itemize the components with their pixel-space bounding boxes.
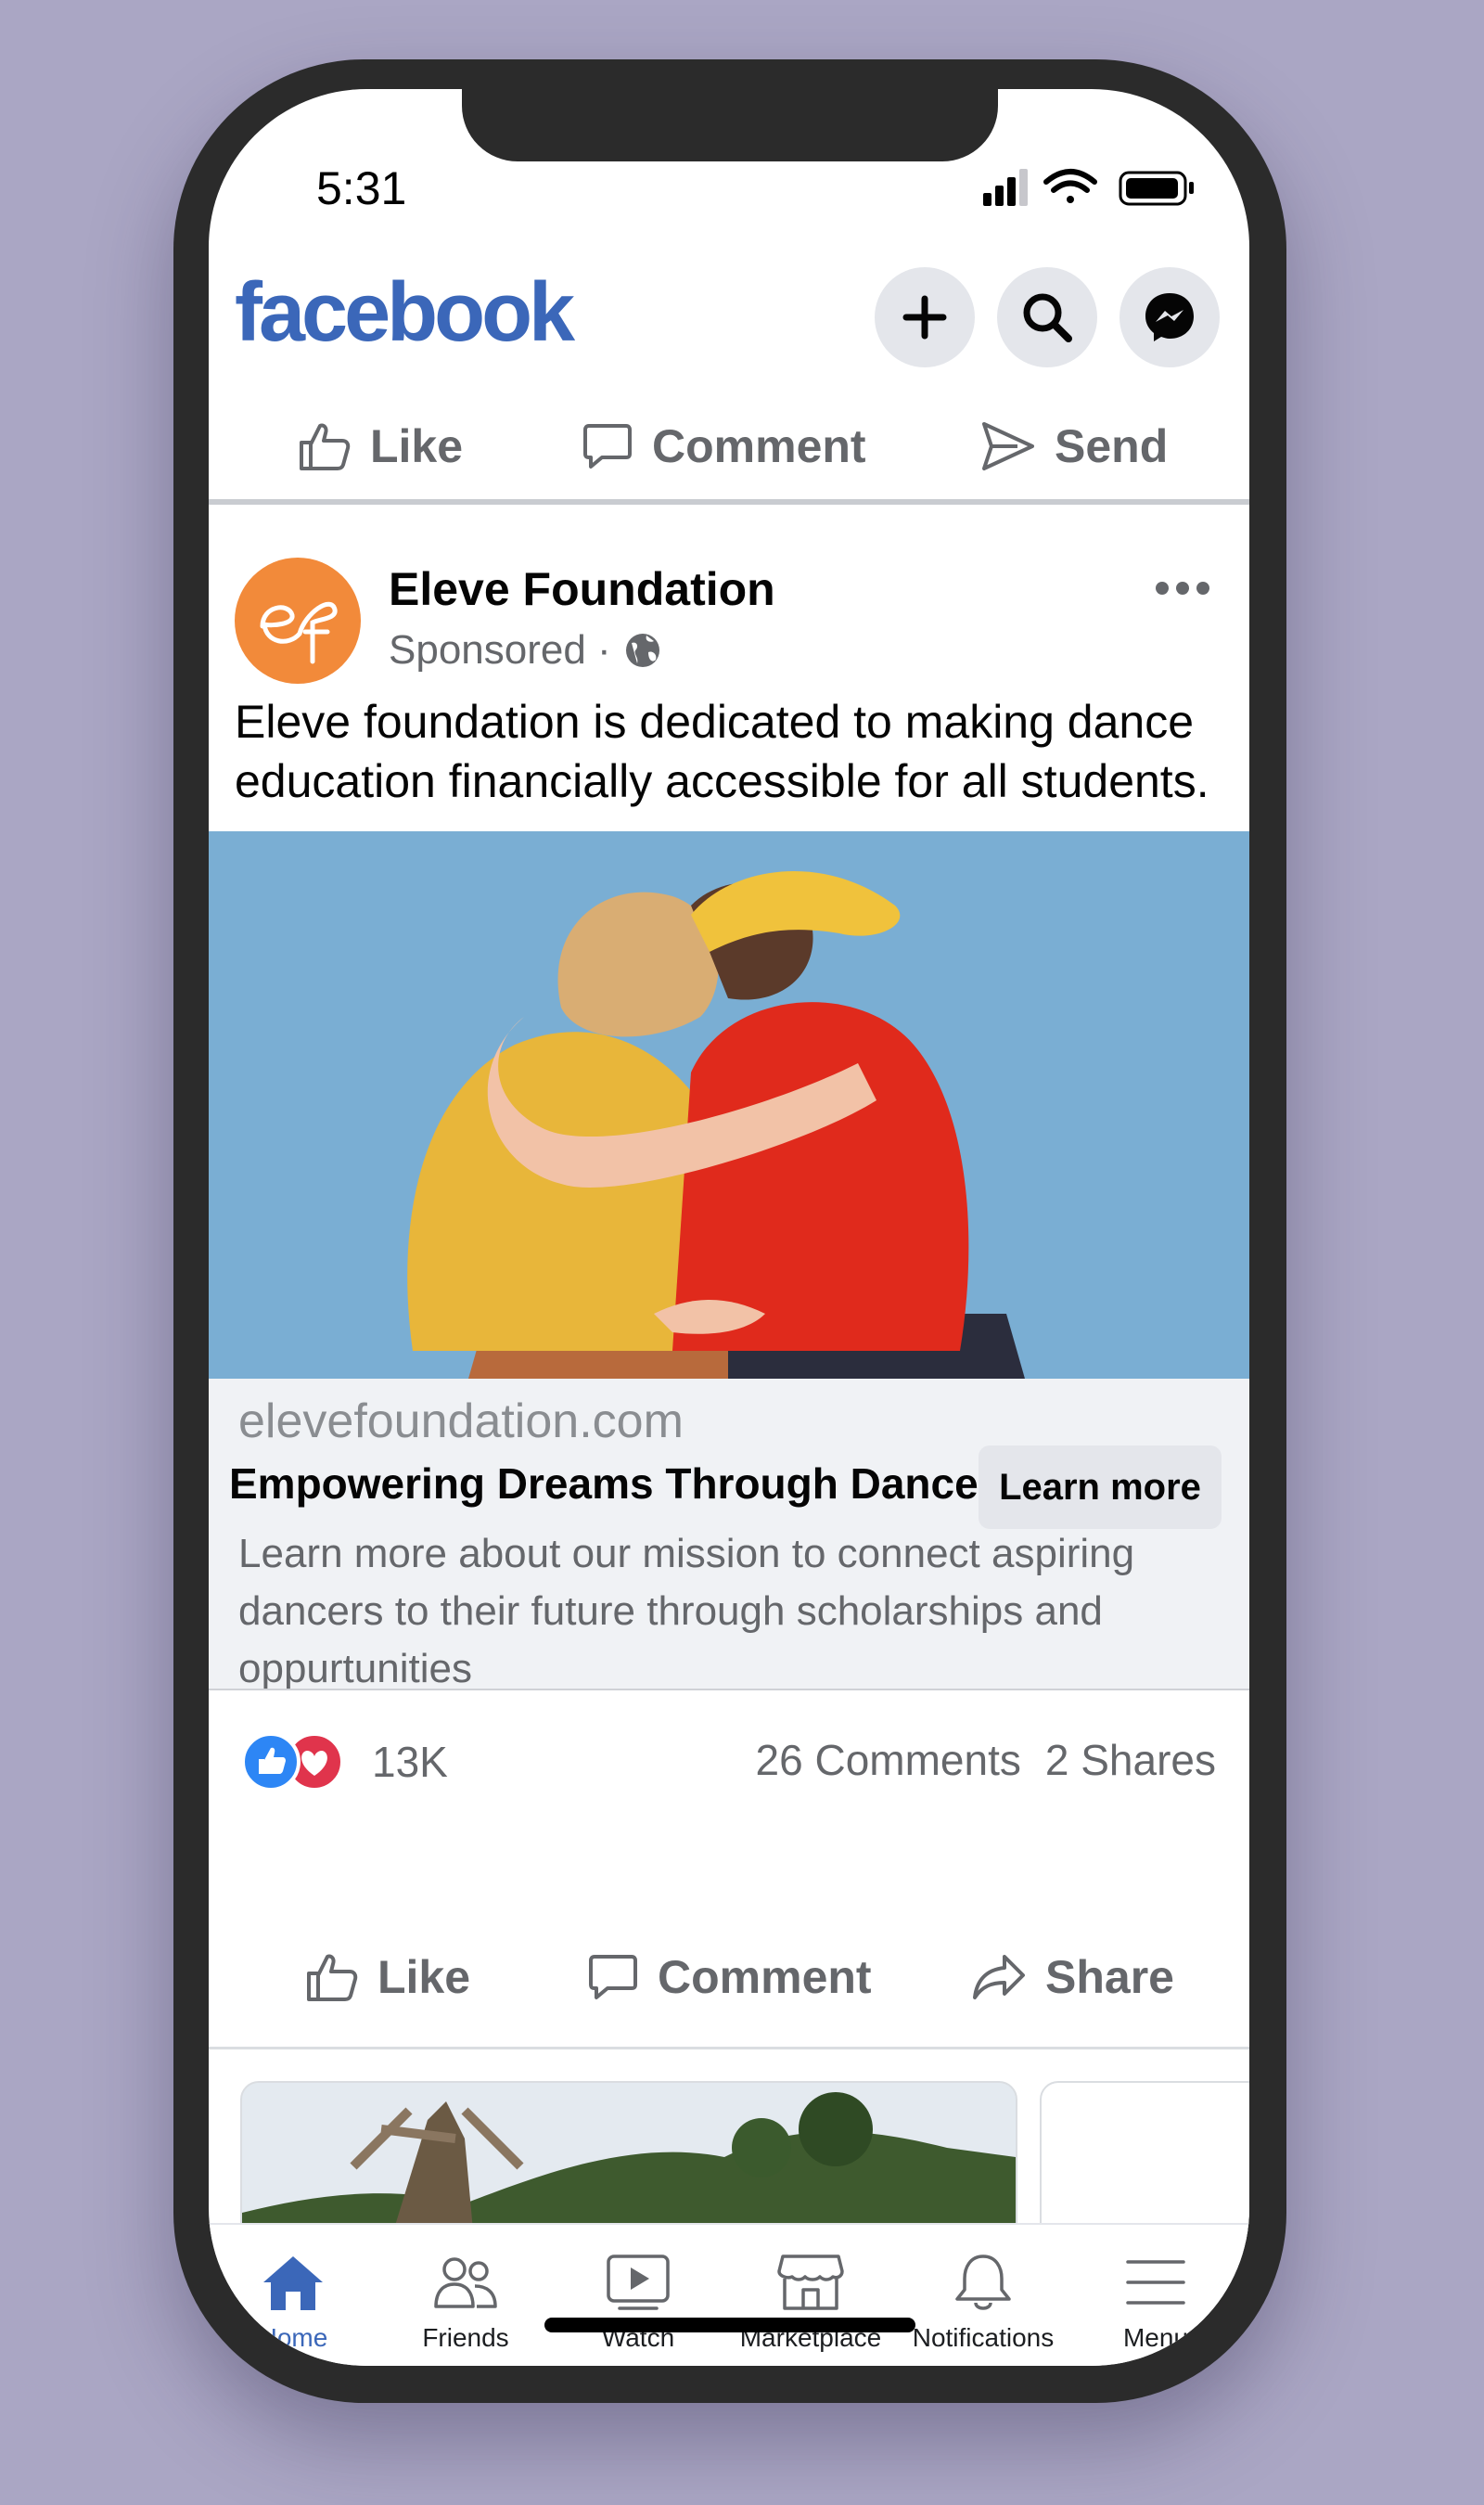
dancers-photo [209, 831, 1249, 1379]
wifi-icon [1043, 169, 1097, 203]
post-bottom-divider [209, 2047, 1249, 2049]
link-divider [209, 1689, 1249, 1690]
facebook-logo[interactable]: facebook [235, 265, 575, 361]
comment-label: Comment [658, 1951, 872, 2003]
link-description: Learn more about our mission to connect … [238, 1531, 1135, 1691]
tab-menu-label: Menu [1122, 2323, 1189, 2352]
phone-screen: 5:31 facebook Like Comment Send Eleve Fo… [209, 89, 1249, 2366]
comment-button[interactable]: Comment [587, 1926, 872, 2028]
top-comment-button[interactable]: Comment [582, 395, 866, 497]
comment-icon [589, 1955, 637, 1999]
tab-home-label: Home [258, 2323, 328, 2352]
post-image[interactable] [209, 831, 1249, 1379]
tab-home[interactable]: Home [209, 2253, 379, 2353]
reaction-count: 13K [372, 1738, 448, 1786]
sponsored-row: Sponsored · [389, 627, 663, 674]
comment-icon [583, 424, 632, 469]
share-button[interactable]: Share [971, 1926, 1174, 2028]
bottom-tab-bar: Home Friends Watch Marketplace Notificat… [209, 2223, 1249, 2366]
top-like-button[interactable]: Like [298, 395, 463, 497]
status-time: 5:31 [316, 162, 407, 214]
messenger-button[interactable] [1119, 267, 1220, 367]
menu-icon [1126, 2260, 1185, 2305]
status-icons [983, 169, 1194, 206]
learn-more-button[interactable]: Learn more [979, 1445, 1222, 1529]
tab-marketplace[interactable]: Marketplace [724, 2253, 897, 2353]
page-name[interactable]: Eleve Foundation [389, 562, 775, 616]
marketplace-icon [777, 2254, 844, 2310]
like-reaction-icon [241, 1732, 301, 1792]
shares-count[interactable]: 2 Shares [1045, 1736, 1216, 1784]
header-divider [209, 499, 1249, 505]
thumbs-up-icon [307, 1954, 358, 2001]
tab-friends[interactable]: Friends [379, 2253, 552, 2353]
more-options-icon[interactable] [1153, 579, 1212, 597]
like-button[interactable]: Like [305, 1926, 470, 2028]
link-domain: elevefoundation.com [238, 1394, 684, 1448]
next-post-card[interactable] [240, 2081, 1017, 2242]
search-icon [1023, 293, 1072, 342]
tab-notifications[interactable]: Notifications [897, 2253, 1069, 2353]
top-send-button[interactable]: Send [980, 395, 1168, 497]
plus-icon [902, 295, 947, 340]
tab-friends-label: Friends [422, 2323, 509, 2352]
create-button[interactable] [875, 267, 975, 367]
tab-notifications-label: Notifications [912, 2323, 1055, 2352]
tab-menu[interactable]: Menu [1069, 2253, 1242, 2353]
home-indicator [544, 2318, 915, 2332]
eleve-logo [260, 601, 338, 664]
next-post-image [242, 2083, 1016, 2241]
bell-icon [955, 2254, 1011, 2310]
top-like-label: Like [370, 420, 464, 472]
tab-watch[interactable]: Watch [552, 2253, 724, 2353]
next-post-preview[interactable] [240, 2081, 1249, 2242]
link-preview[interactable]: elevefoundation.com Empowering Dreams Th… [209, 1379, 1249, 1691]
reaction-icons [241, 1732, 344, 1792]
link-title: Empowering Dreams Through Dance [229, 1459, 979, 1508]
share-icon [973, 1955, 1025, 1999]
reactions-summary[interactable]: 13K [240, 1729, 448, 1794]
post-action-bar: Like Comment Share [209, 1926, 1249, 2028]
share-label: Share [1045, 1951, 1174, 2003]
post-text: Eleve foundation is dedicated to making … [235, 696, 1209, 807]
watch-icon [607, 2254, 670, 2310]
top-send-label: Send [1055, 420, 1169, 472]
comments-count[interactable]: 26 Comments [756, 1736, 1021, 1784]
notch [462, 89, 998, 161]
page-avatar[interactable] [235, 558, 361, 684]
friends-icon [434, 2257, 497, 2308]
battery-icon [1119, 171, 1194, 206]
send-icon [982, 422, 1034, 470]
thumbs-up-icon [300, 423, 351, 470]
home-icon [263, 2256, 323, 2310]
top-action-bar: Like Comment Send [209, 395, 1249, 497]
sponsored-label: Sponsored · [389, 627, 611, 673]
messenger-icon [1145, 293, 1194, 341]
search-button[interactable] [997, 267, 1097, 367]
top-comment-label: Comment [652, 420, 866, 472]
globe-icon [625, 634, 659, 667]
signal-icon [983, 169, 1028, 206]
next-post-card-2[interactable] [1040, 2081, 1249, 2242]
engagement-stats: 26 Comments 2 Shares [732, 1735, 1216, 1785]
like-label: Like [377, 1951, 471, 2003]
